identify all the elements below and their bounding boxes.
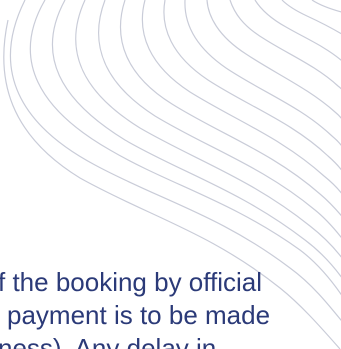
text-line: ness). Any delay in <box>0 333 217 349</box>
document-page: f the booking by official l payment is t… <box>0 0 341 349</box>
text-line: f the booking by official <box>0 267 263 297</box>
text-line: l payment is to be made <box>0 300 271 330</box>
body-text: f the booking by official l payment is t… <box>0 266 341 349</box>
